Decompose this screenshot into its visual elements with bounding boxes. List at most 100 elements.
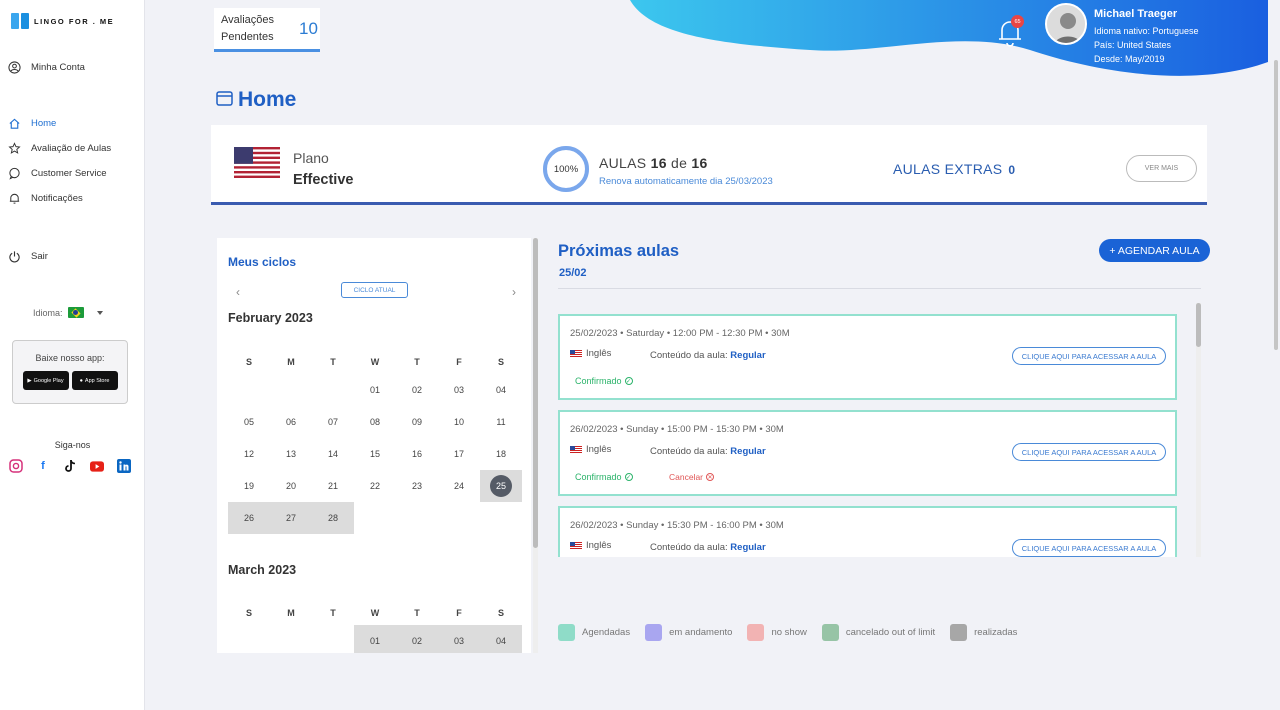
sidebar-item-home[interactable]: Home [7, 115, 56, 131]
legend-swatch [558, 624, 575, 641]
calendar-day[interactable]: 09 [396, 406, 438, 438]
logout-label: Sair [31, 250, 48, 262]
tiktok-icon[interactable] [63, 459, 77, 473]
user-info: Michael Traeger Idioma nativo: Portugues… [1094, 8, 1199, 66]
legend-label: no show [771, 627, 807, 638]
calendar-day[interactable]: 22 [354, 470, 396, 502]
status-legend: Agendadas em andamento no show cancelado… [558, 624, 1025, 641]
star-icon [7, 141, 21, 155]
legend-swatch [821, 624, 839, 641]
calendar-day[interactable]: 07 [312, 406, 354, 438]
calendar-day[interactable]: 13 [270, 438, 312, 470]
calendar-day[interactable]: 05 [228, 406, 270, 438]
user-native-language: Idioma nativo: Portuguese [1094, 26, 1199, 36]
calendar-day[interactable]: 04 [480, 374, 522, 406]
calendar-day[interactable]: 15 [354, 438, 396, 470]
calendar-day[interactable]: 20 [270, 470, 312, 502]
page-title-text: Home [238, 88, 297, 111]
empty-day [228, 625, 270, 653]
lesson-card: 26/02/2023 • Sunday • 15:30 PM - 16:00 P… [558, 506, 1177, 557]
power-icon [7, 249, 21, 263]
empty-day [228, 374, 270, 406]
calendar-scrollbar[interactable] [533, 238, 538, 653]
sidebar-item-notifications[interactable]: Notificações [7, 190, 83, 206]
calendar-day[interactable]: 02 [396, 374, 438, 406]
calendar-day[interactable]: 18 [480, 438, 522, 470]
renewal-text: Renova automaticamente dia 25/03/2023 [599, 176, 773, 187]
calendar-day[interactable]: 21 [312, 470, 354, 502]
calendar-day[interactable]: 23 [396, 470, 438, 502]
sidebar-item-customer-service[interactable]: Customer Service [7, 165, 107, 181]
lessons-scrollbar[interactable] [1196, 303, 1201, 557]
legend-swatch [645, 624, 663, 641]
see-more-button[interactable]: VER MAIS [1126, 155, 1197, 182]
brand-name: LINGO FOR . ME [34, 16, 115, 26]
linkedin-icon[interactable] [117, 459, 131, 473]
us-flag-icon [570, 541, 582, 550]
schedule-lesson-button[interactable]: + AGENDAR AULA [1099, 239, 1210, 262]
lesson-language: Inglês [570, 348, 611, 359]
follow-label: Siga-nos [54, 440, 91, 450]
month-grid: 01 02 03 04 [228, 625, 522, 653]
calendar-day[interactable]: 03 [438, 374, 480, 406]
current-cycle-button[interactable]: CICLO ATUAL [341, 282, 408, 298]
facebook-icon[interactable]: f [36, 459, 50, 473]
lesson-datetime: 26/02/2023 • Sunday • 15:00 PM - 15:30 P… [570, 424, 784, 435]
pending-reviews-card[interactable]: Avaliações Pendentes 10 [214, 8, 320, 52]
chevron-right-icon[interactable]: › [512, 285, 516, 299]
google-play-button[interactable]: ▶ Google Play [22, 371, 69, 390]
lesson-language-label: Inglês [586, 444, 612, 455]
chevron-left-icon[interactable]: ‹ [236, 285, 240, 299]
access-lesson-button[interactable]: CLIQUE AQUI PARA ACESSAR A AULA [1012, 539, 1166, 557]
language-selector[interactable]: Idioma: [33, 307, 103, 318]
calendar-day[interactable]: 28 [312, 502, 354, 534]
calendar-day[interactable]: 26 [228, 502, 270, 534]
bell-icon [7, 191, 21, 205]
sidebar-item-lesson-review[interactable]: Avaliação de Aulas [7, 140, 111, 156]
logo[interactable]: LINGO FOR . ME [11, 13, 114, 29]
logout-link[interactable]: Sair [7, 248, 48, 264]
page-scrollbar[interactable] [1274, 0, 1280, 710]
calendar-day[interactable]: 19 [228, 470, 270, 502]
today-marker: 25 [490, 475, 512, 497]
empty-day [270, 625, 312, 653]
access-lesson-button[interactable]: CLIQUE AQUI PARA ACESSAR A AULA [1012, 443, 1166, 461]
calendar-day[interactable]: 11 [480, 406, 522, 438]
calendar-day[interactable]: 27 [270, 502, 312, 534]
calendar-day[interactable]: 04 [480, 625, 522, 653]
calendar-day[interactable]: 06 [270, 406, 312, 438]
app-store-button[interactable]: ● App Store [71, 371, 118, 390]
sidebar-item-label: Home [31, 117, 57, 129]
access-lesson-button[interactable]: CLIQUE AQUI PARA ACESSAR A AULA [1012, 347, 1166, 365]
empty-day [270, 374, 312, 406]
divider [558, 288, 1201, 289]
calendar-day[interactable]: 02 [396, 625, 438, 653]
avatar[interactable] [1045, 3, 1087, 45]
lesson-content-label: Conteúdo da aula: [650, 350, 728, 361]
x-circle-icon: ✕ [706, 473, 715, 481]
lesson-content-label: Conteúdo da aula: [650, 446, 728, 457]
us-flag-icon [234, 147, 280, 178]
lesson-content: Conteúdo da aula: Regular [650, 542, 766, 553]
calendar-day[interactable]: 01 [354, 625, 396, 653]
calendar-day[interactable]: 03 [438, 625, 480, 653]
calendar-day[interactable]: 08 [354, 406, 396, 438]
lesson-language-label: Inglês [586, 540, 612, 551]
calendar-day[interactable]: 14 [312, 438, 354, 470]
logo-icon [11, 13, 29, 29]
lesson-content: Conteúdo da aula: Regular [650, 350, 766, 361]
instagram-icon[interactable] [9, 459, 23, 473]
calendar-day[interactable]: 24 [438, 470, 480, 502]
calendar-day[interactable]: 01 [354, 374, 396, 406]
calendar-day[interactable]: 12 [228, 438, 270, 470]
calendar-day[interactable]: 17 [438, 438, 480, 470]
calendar-day[interactable]: 16 [396, 438, 438, 470]
calendar-day[interactable]: 10 [438, 406, 480, 438]
cancel-lesson-button[interactable]: Cancelar ✕ [669, 472, 715, 482]
lesson-content-value: Regular [730, 350, 766, 361]
youtube-icon[interactable] [90, 459, 104, 473]
check-circle-icon: ✓ [624, 473, 633, 481]
my-account-link[interactable]: Minha Conta [7, 59, 85, 75]
lesson-datetime: 26/02/2023 • Sunday • 15:30 PM - 16:00 P… [570, 520, 784, 531]
calendar-day[interactable]: 25 [480, 470, 522, 502]
